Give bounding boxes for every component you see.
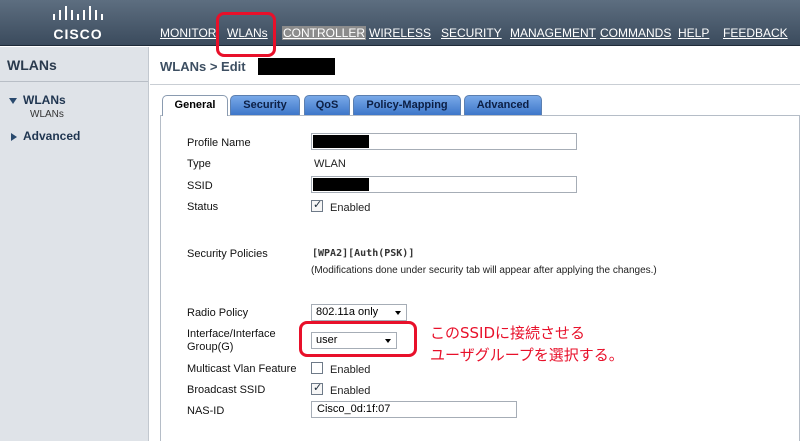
annotation-line1: このSSIDに接続させる [430,324,586,342]
nav-feedback[interactable]: FEEDBACK [723,26,788,40]
collapsed-triangle-icon [11,132,17,141]
nav-wireless[interactable]: WIRELESS [369,26,431,40]
sidebar: WLANs WLANs WLANs Advanced [0,47,149,441]
title-divider [150,84,800,85]
interface-highlight-box [299,321,417,357]
security-note: (Modifications done under security tab w… [311,265,657,276]
cisco-logo: CISCO [48,6,108,42]
nav-security[interactable]: SECURITY [441,26,502,40]
annotation-line2: ユーザグループを選択する。 [430,346,624,364]
type-value: WLAN [314,158,346,170]
sidebar-divider [0,81,148,82]
nav-controller[interactable]: CONTROLLER [282,26,367,40]
type-label: Type [187,158,211,170]
radio-policy-label: Radio Policy [187,307,249,319]
nav-help[interactable]: HELP [678,26,709,40]
interface-label-line2: Group(G) [187,341,234,353]
security-policies-value: [WPA2][Auth(PSK)] [312,248,415,259]
tab-security[interactable]: Security [230,95,300,115]
sidebar-item-wlans[interactable]: WLANs [9,93,66,107]
status-checkbox[interactable] [311,198,323,212]
cisco-bars-icon [53,6,103,20]
radio-policy-select[interactable]: 802.11a only [311,304,407,321]
sidebar-title: WLANs [7,57,57,73]
broadcast-ssid-label: Broadcast SSID [187,384,266,396]
nav-commands[interactable]: COMMANDS [600,26,671,40]
redacted-ssid [313,178,369,191]
tab-advanced[interactable]: Advanced [464,95,542,115]
multicast-vlan-checkbox[interactable] [311,362,323,374]
sidebar-item-advanced-label: Advanced [23,129,81,143]
sidebar-item-wlans-label: WLANs [23,93,66,107]
tab-policy-mapping[interactable]: Policy-Mapping [353,95,461,115]
chevron-down-icon [395,311,401,315]
security-policies-label: Security Policies [187,248,268,260]
redacted-profile-name [313,135,369,148]
sidebar-subitem-wlans[interactable]: WLANs [30,109,64,120]
page-title: WLANs > Edit [160,59,246,74]
tab-general[interactable]: General [162,95,228,116]
nav-management[interactable]: MANAGEMENT [510,26,596,40]
nav-monitor[interactable]: MONITOR [160,26,216,40]
sidebar-item-advanced[interactable]: Advanced [9,129,80,143]
top-navigation-bar: CISCO MONITOR WLANs CONTROLLER WIRELESS … [0,0,800,46]
broadcast-ssid-checkbox[interactable] [311,381,323,395]
profile-name-label: Profile Name [187,137,251,149]
expanded-triangle-icon [9,97,17,104]
broadcast-enabled-text: Enabled [330,385,371,397]
wlc-page: CISCO MONITOR WLANs CONTROLLER WIRELESS … [0,0,800,441]
nas-id-label: NAS-ID [187,405,225,417]
interface-label-line1: Interface/Interface [187,328,276,340]
tab-qos[interactable]: QoS [304,95,350,115]
ssid-label: SSID [187,180,213,192]
logo-text: CISCO [53,26,103,42]
multicast-vlan-label: Multicast Vlan Feature [187,363,297,375]
status-label: Status [187,201,219,213]
radio-policy-selected: 802.11a only [316,306,379,318]
status-enabled-text: Enabled [330,202,371,214]
nas-id-input[interactable]: Cisco_0d:1f:07 [311,401,517,418]
redacted-wlan-name [258,58,335,75]
multicast-enabled-text: Enabled [330,364,371,376]
wlans-highlight-box [216,12,276,57]
